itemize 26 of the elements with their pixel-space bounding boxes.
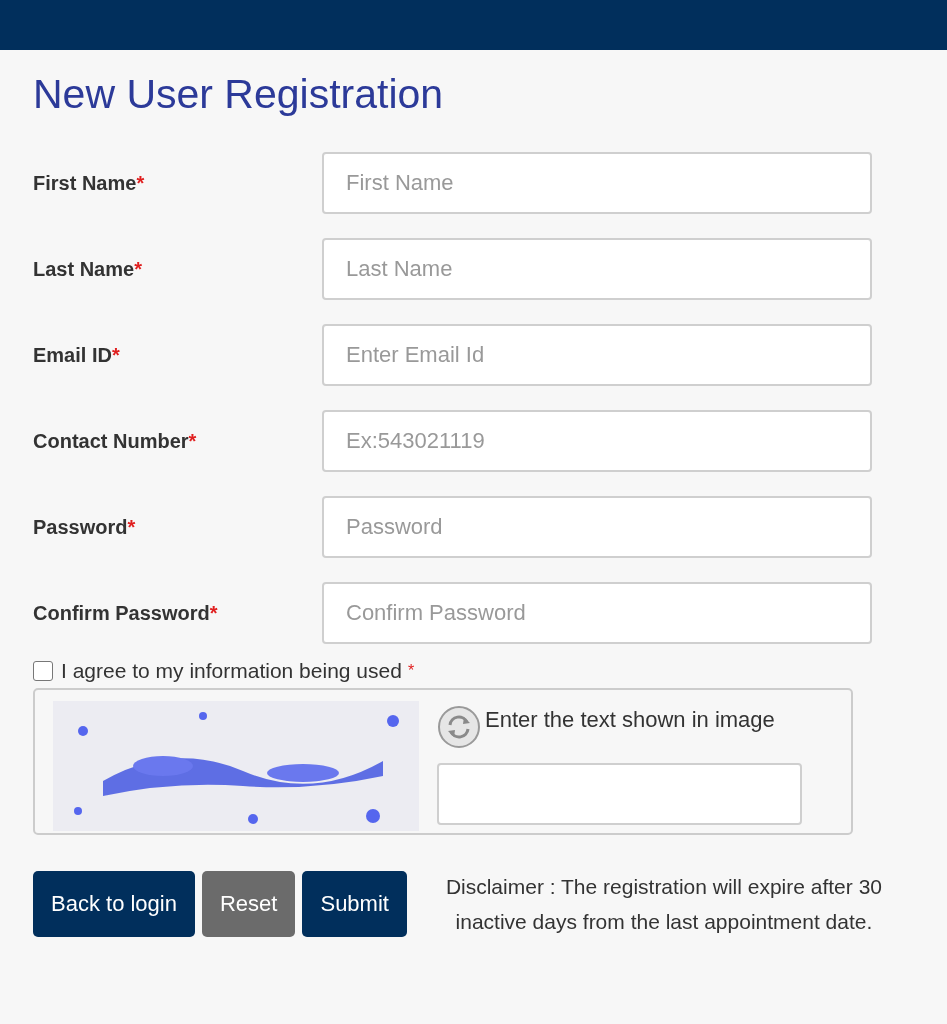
required-mark: * [136, 171, 145, 194]
required-mark: * [209, 601, 218, 624]
field-label: Contact Number [33, 429, 189, 452]
field-label: Email ID [33, 343, 112, 366]
action-button[interactable]: Reset [201, 871, 296, 937]
required-mark: * [111, 343, 120, 366]
input-field[interactable]: Ex:543021119 [322, 410, 872, 472]
disclaimer-text: Disclaimer : The registration will expire after 30 inactive days from the last appointment date. [444, 874, 883, 935]
field-label: Confirm Password [33, 601, 210, 624]
input-field[interactable]: Password [322, 496, 872, 558]
required-mark: * [407, 662, 415, 680]
action-button[interactable]: Submit [302, 871, 407, 937]
input-field[interactable]: Last Name [322, 238, 872, 300]
required-mark: * [134, 257, 142, 280]
input-field[interactable]: Confirm Password [322, 582, 872, 644]
input-field[interactable]: Enter Email Id [322, 324, 872, 386]
action-button[interactable]: Back to login [33, 871, 195, 937]
captcha-prompt: Enter the text shown in image [485, 707, 775, 733]
field-label: Last Name [33, 257, 135, 280]
page-title: New User Registration [33, 70, 445, 118]
required-mark: * [188, 429, 197, 452]
field-label: Password [33, 515, 128, 538]
input-field[interactable]: First Name [322, 152, 872, 214]
required-mark: * [127, 515, 136, 538]
field-label: First Name [33, 171, 137, 194]
agree-label: I agree to my information being used [61, 659, 402, 683]
